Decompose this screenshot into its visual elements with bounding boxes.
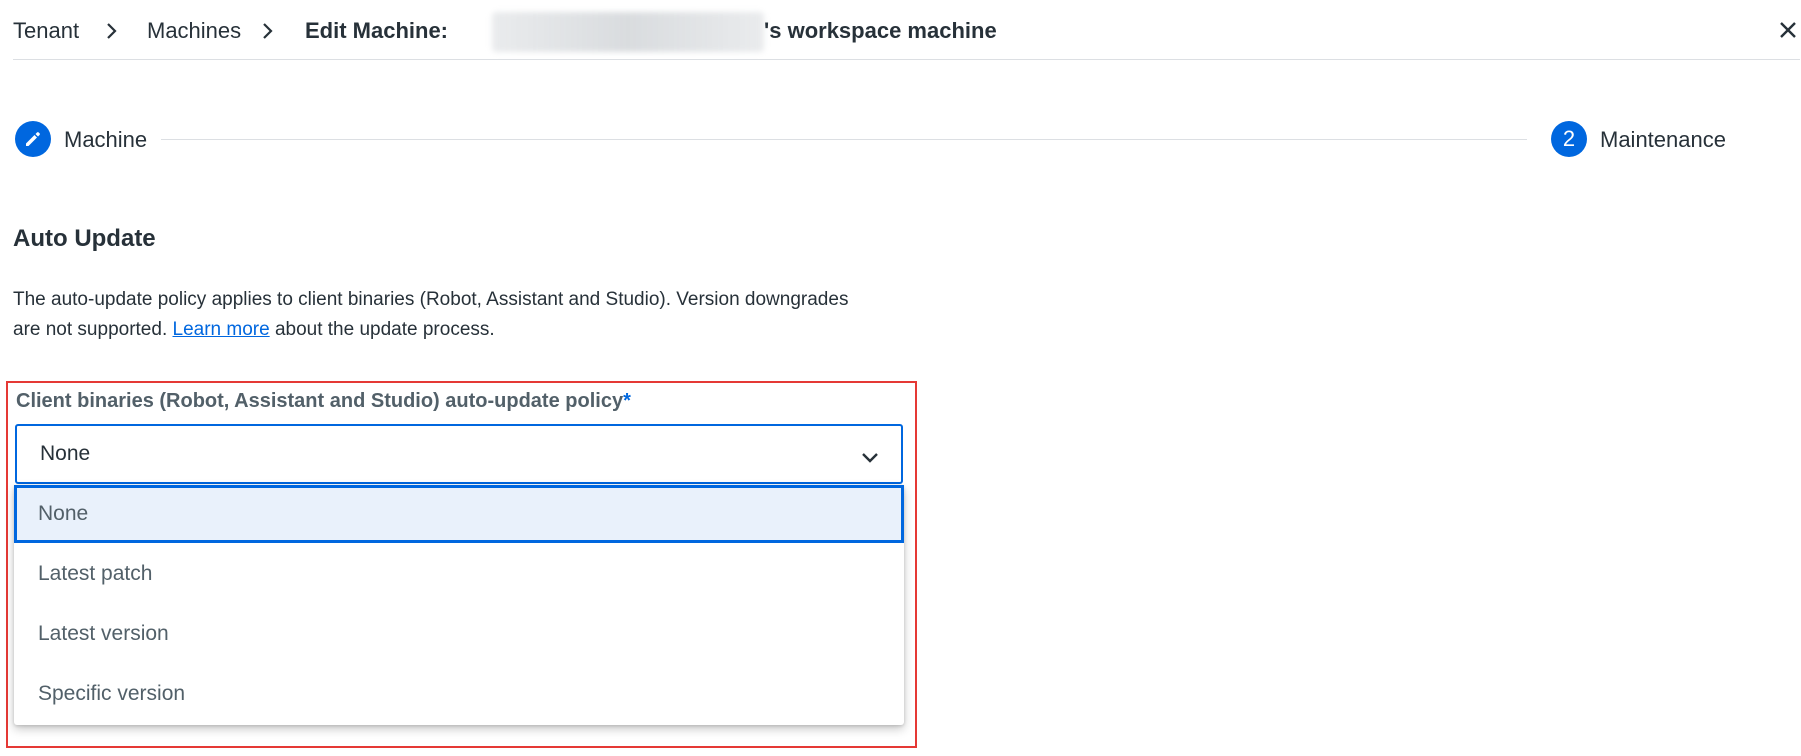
policy-select[interactable]: None — [15, 424, 903, 484]
step-maintenance-label[interactable]: Maintenance — [1600, 127, 1726, 153]
pencil-icon — [26, 132, 40, 146]
stepper: Machine 2 Maintenance — [15, 121, 1735, 161]
stepper-connector — [161, 139, 1527, 140]
redacted-machine-name — [492, 12, 764, 52]
step-machine-label[interactable]: Machine — [64, 127, 147, 153]
description-text-end: about the update process. — [269, 319, 495, 340]
required-mark: * — [623, 390, 631, 412]
section-title: Auto Update — [13, 225, 156, 252]
policy-field-label-text: Client binaries (Robot, Assistant and St… — [16, 390, 624, 412]
option-specific-version[interactable]: Specific version — [14, 665, 904, 723]
chevron-right-icon — [263, 23, 273, 39]
step-maintenance-number[interactable]: 2 — [1551, 121, 1587, 157]
step-machine-status[interactable] — [15, 121, 51, 157]
chevron-down-icon — [862, 453, 878, 463]
option-none[interactable]: None — [14, 485, 904, 543]
breadcrumb-current-prefix: Edit Machine: — [305, 18, 449, 43]
chevron-right-icon — [107, 23, 117, 39]
option-latest-version[interactable]: Latest version — [14, 605, 904, 663]
section-description: The auto-update policy applies to client… — [13, 285, 873, 345]
policy-field-label: Client binaries (Robot, Assistant and St… — [16, 390, 631, 413]
breadcrumb-tenant-link[interactable]: Tenant — [13, 18, 79, 44]
close-icon[interactable] — [1776, 18, 1800, 42]
breadcrumb: Tenant Machines Edit Machine: 's workspa… — [13, 0, 1800, 60]
breadcrumb-current-suffix: 's workspace machine — [764, 18, 997, 43]
policy-dropdown-menu: None Latest patch Latest version Specifi… — [14, 485, 904, 725]
learn-more-link[interactable]: Learn more — [173, 319, 270, 340]
breadcrumb-machines-link[interactable]: Machines — [147, 18, 241, 44]
policy-select-value: None — [40, 442, 91, 465]
option-latest-patch[interactable]: Latest patch — [14, 545, 904, 603]
